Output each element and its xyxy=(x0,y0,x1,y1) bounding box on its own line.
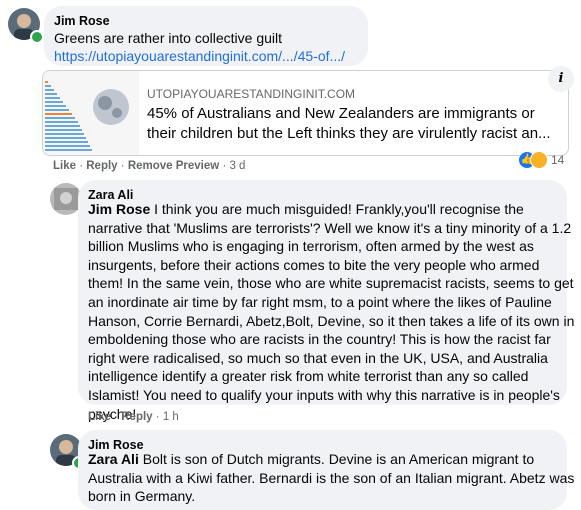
comment-bubble: Zara Ali Jim Rose I think you are much m… xyxy=(78,180,574,422)
preview-thumbnail xyxy=(43,71,139,155)
comment-actions: Like · Reply · Remove Preview · 3 d xyxy=(53,160,246,172)
reaction-count: 14 xyxy=(551,153,565,167)
reply-button[interactable]: Reply xyxy=(86,160,117,172)
like-button[interactable]: Like xyxy=(88,411,111,423)
comment-text: Greens are rather into collective guilt xyxy=(54,30,282,46)
comment-text: Jim Rose I think you are much misguided!… xyxy=(88,201,575,422)
link-preview-card[interactable]: UTOPIAYOUARESTANDINGINIT.COM 45% of Aust… xyxy=(42,70,569,156)
comment-link[interactable]: https://utopiayouarestandinginit.com/...… xyxy=(54,47,345,65)
comment-text: Zara Ali Bolt is son of Dutch migrants. … xyxy=(88,451,575,505)
remove-preview-button[interactable]: Remove Preview xyxy=(128,160,219,172)
comment-bubble: Jim Rose Zara Ali Bolt is son of Dutch m… xyxy=(78,430,574,510)
like-button[interactable]: Like xyxy=(53,160,76,172)
info-icon[interactable]: i xyxy=(548,66,574,92)
preview-title-line-2: their children but the Left thinks they … xyxy=(147,125,551,142)
mention-link[interactable]: Zara Ali xyxy=(88,451,139,467)
comment-author[interactable]: Jim Rose xyxy=(54,13,110,29)
comment-timestamp[interactable]: 3 d xyxy=(229,160,245,172)
reply-button[interactable]: Reply xyxy=(121,411,152,423)
preview-title-line-1: 45% of Australians and New Zealanders ar… xyxy=(147,105,535,122)
mention-link[interactable]: Jim Rose xyxy=(88,201,150,217)
preview-domain: UTOPIAYOUARESTANDINGINIT.COM xyxy=(147,87,356,101)
online-status-icon xyxy=(30,30,44,44)
haha-reaction-icon xyxy=(530,151,548,169)
comment-bubble: Jim Rose Greens are rather into collecti… xyxy=(44,6,368,66)
comment-timestamp[interactable]: 1 h xyxy=(163,411,179,423)
comment-actions: Like · Reply · 1 h xyxy=(88,411,179,423)
